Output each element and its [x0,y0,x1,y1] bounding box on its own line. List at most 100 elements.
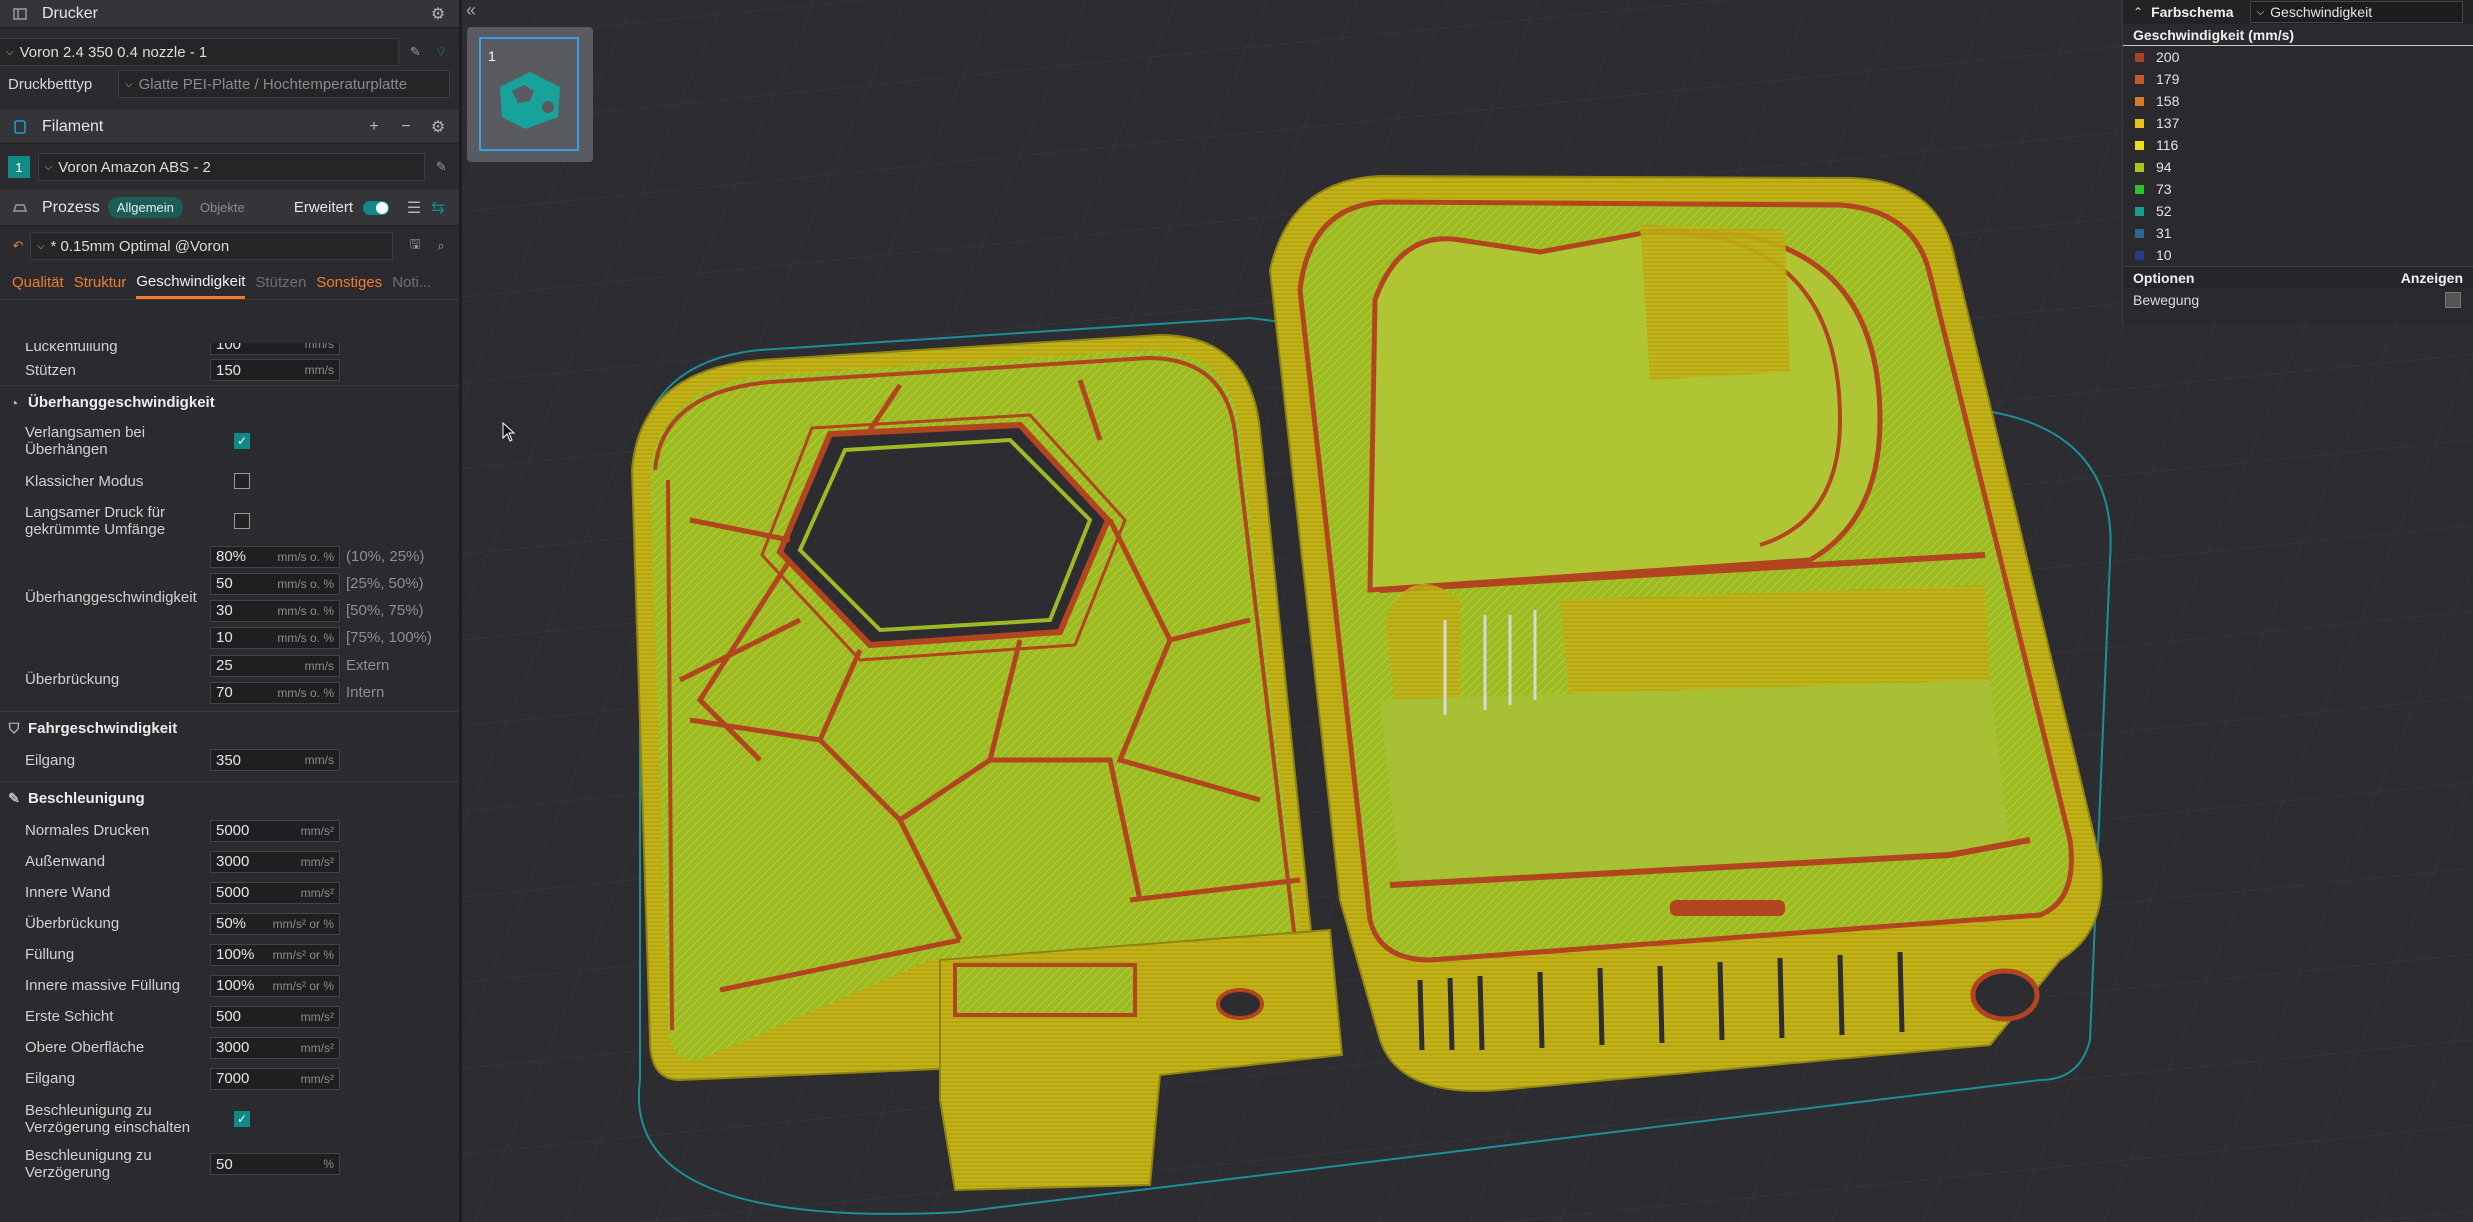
accel-input[interactable]: 100% mm/s² or % [210,974,340,997]
plate-thumbnail[interactable]: 1 [467,27,593,162]
printer-section-header[interactable]: Drucker ⚙ [0,0,459,28]
overhang-icon: ◔ [9,394,19,411]
legend-item: 137 [2123,112,2473,134]
bridge-external-hint: Extern [346,657,390,674]
accel-input[interactable]: 3000 mm/s² [210,850,340,873]
travel-speed-label: Eilgang [25,751,76,769]
reset-icon[interactable]: ↶ [8,236,28,256]
printer-profile-value: Voron 2.4 350 0.4 nozzle - 1 [19,43,208,61]
filament-section-header[interactable]: Filament + − ⚙ [0,110,459,144]
save-icon[interactable]: 🖫 [405,236,425,256]
accel-input[interactable]: 3000 mm/s² [210,1036,340,1059]
edit-icon[interactable]: ✎ [431,157,451,177]
movement-label: Bewegung [2133,292,2200,308]
accel-to-decel-enable-row: Beschleunigung zu Verzögerung einschalte… [0,1094,459,1144]
classic-mode-label: Klassicher Modus [25,472,144,490]
accel-row: Eilgang 7000 mm/s² [0,1063,459,1094]
travel-icon: ⛉ [8,720,20,736]
options-label: Optionen [2133,269,2195,286]
tab-speed[interactable]: Geschwindigkeit [136,267,246,299]
bed-type-value: Glatte PEI-Platte / Hochtemperaturplatte [138,75,408,93]
bridge-external-input[interactable]: 25 mm/s [210,654,340,677]
compare-icon[interactable]: ⇆ [427,197,449,219]
overhang-speed-input[interactable]: 10 mm/s o. % [210,626,340,649]
classic-mode-checkbox[interactable] [234,473,250,489]
bridge-internal-input[interactable]: 70 mm/s o. % [210,681,340,704]
tab-others[interactable]: Sonstiges [316,268,382,297]
legend-value: 137 [2156,115,2180,131]
filament-profile-select[interactable]: ⌵ Voron Amazon ABS - 2 [37,153,426,181]
legend-subtitle: Geschwindigkeit (mm/s) [2123,24,2473,46]
accel-label: Überbrückung [25,915,120,932]
accel-label: Innere Wand [25,884,111,901]
advanced-label: Erweitert [293,199,353,216]
overhang-range-label: (10%, 25%) [346,548,425,565]
bed-type-select[interactable]: ⌵ Glatte PEI-Platte / Hochtemperaturplat… [118,70,450,98]
filament-profile-value: Voron Amazon ABS - 2 [58,158,211,176]
printer-profile-select[interactable]: ⌵ Voron 2.4 350 0.4 nozzle - 1 [0,38,400,66]
remove-icon[interactable]: − [395,116,417,138]
legend-swatch [2135,52,2144,62]
acceleration-list: Normales Drucken 5000 mm/s² Außenwand 3000 mm… [0,815,459,1094]
accel-input[interactable]: 100% mm/s² or % [210,943,340,966]
legend-value: 158 [2156,93,2180,109]
list-icon[interactable]: ☰ [403,197,425,219]
edit-icon[interactable]: ✎ [405,42,425,62]
accel-to-decel-checkbox[interactable]: ✓ [234,1111,250,1127]
legend-swatch [2135,74,2144,84]
process-profile-row: ↶ ⌵ * 0.15mm Optimal @Voron 🖫 ⌕ [0,226,459,266]
tab-structure[interactable]: Struktur [74,268,127,297]
legend-options-header: Optionen Anzeigen [2123,266,2473,288]
advanced-toggle[interactable] [363,200,389,215]
travel-speed-row: Eilgang 350 mm/s [0,745,459,775]
overhang-speed-input[interactable]: 80% mm/s o. % [210,545,340,568]
overhang-speed-input[interactable]: 50 mm/s o. % [210,572,340,595]
legend-value: 31 [2156,225,2172,241]
accel-input[interactable]: 50% mm/s² or % [210,912,340,935]
process-profile-select[interactable]: ⌵ * 0.15mm Optimal @Voron [29,232,394,260]
legend-value: 94 [2156,159,2172,175]
search-icon[interactable]: ⌕ [431,236,451,256]
legend-swatch [2135,118,2144,128]
legend-swatch [2135,140,2144,150]
legend-value: 179 [2156,71,2180,87]
process-mode-objects[interactable]: Objekte [191,197,254,218]
support-speed-input[interactable]: 150 mm/s [210,359,340,381]
bridge-internal: 70 mm/s o. % Intern [210,679,389,706]
slow-overhang-checkbox[interactable]: ✓ [234,433,250,449]
wifi-icon[interactable]: ⌔ [431,42,451,62]
add-icon[interactable]: + [363,116,385,138]
tab-support[interactable]: Stützen [255,268,306,297]
collapse-sidebar-icon[interactable]: « [466,0,476,21]
accel-label: Normales Drucken [25,822,150,839]
tab-quality[interactable]: Qualität [12,268,64,297]
travel-group-header: ⛉ Fahrgeschwindigkeit [0,711,459,745]
accel-input[interactable]: 5000 mm/s² [210,881,340,904]
gap-fill-input[interactable]: 100 mm/s [210,343,340,355]
legend-item: 179 [2123,68,2473,90]
bed-type-row: Druckbetttyp ⌵ Glatte PEI-Platte / Hocht… [0,66,459,102]
legend-item: 31 [2123,222,2473,244]
accel-row: Obere Oberfläche 3000 mm/s² [0,1032,459,1063]
movement-checkbox[interactable] [2445,292,2461,308]
tab-notes[interactable]: Noti... [392,268,431,297]
travel-speed-input[interactable]: 350 mm/s [210,749,340,771]
collapse-chevron-icon[interactable]: ⌃ [2133,5,2143,19]
overhang-speed-input[interactable]: 30 mm/s o. % [210,599,340,622]
filament-settings-gear-icon[interactable]: ⚙ [427,116,449,138]
filament-slot-badge[interactable]: 1 [8,156,30,178]
accel-group-title: Beschleunigung [28,790,145,807]
acceleration-icon: ✎ [8,790,20,806]
accel-to-decel-input[interactable]: 50% [210,1153,340,1175]
accel-input[interactable]: 5000 mm/s² [210,819,340,842]
legend-header: ⌃ Farbschema ⌵ Geschwindigkeit [2123,0,2473,24]
color-scheme-select[interactable]: ⌵ Geschwindigkeit [2249,1,2463,23]
printer-icon [10,4,30,24]
movement-option-row: Bewegung [2123,288,2473,312]
color-scheme-legend: ⌃ Farbschema ⌵ Geschwindigkeit Geschwind… [2122,0,2473,323]
accel-input[interactable]: 500 mm/s² [210,1005,340,1028]
slow-curled-checkbox[interactable] [234,513,250,529]
process-mode-global[interactable]: Allgemein [107,197,183,218]
accel-input[interactable]: 7000 mm/s² [210,1067,340,1090]
printer-settings-gear-icon[interactable]: ⚙ [427,3,449,25]
